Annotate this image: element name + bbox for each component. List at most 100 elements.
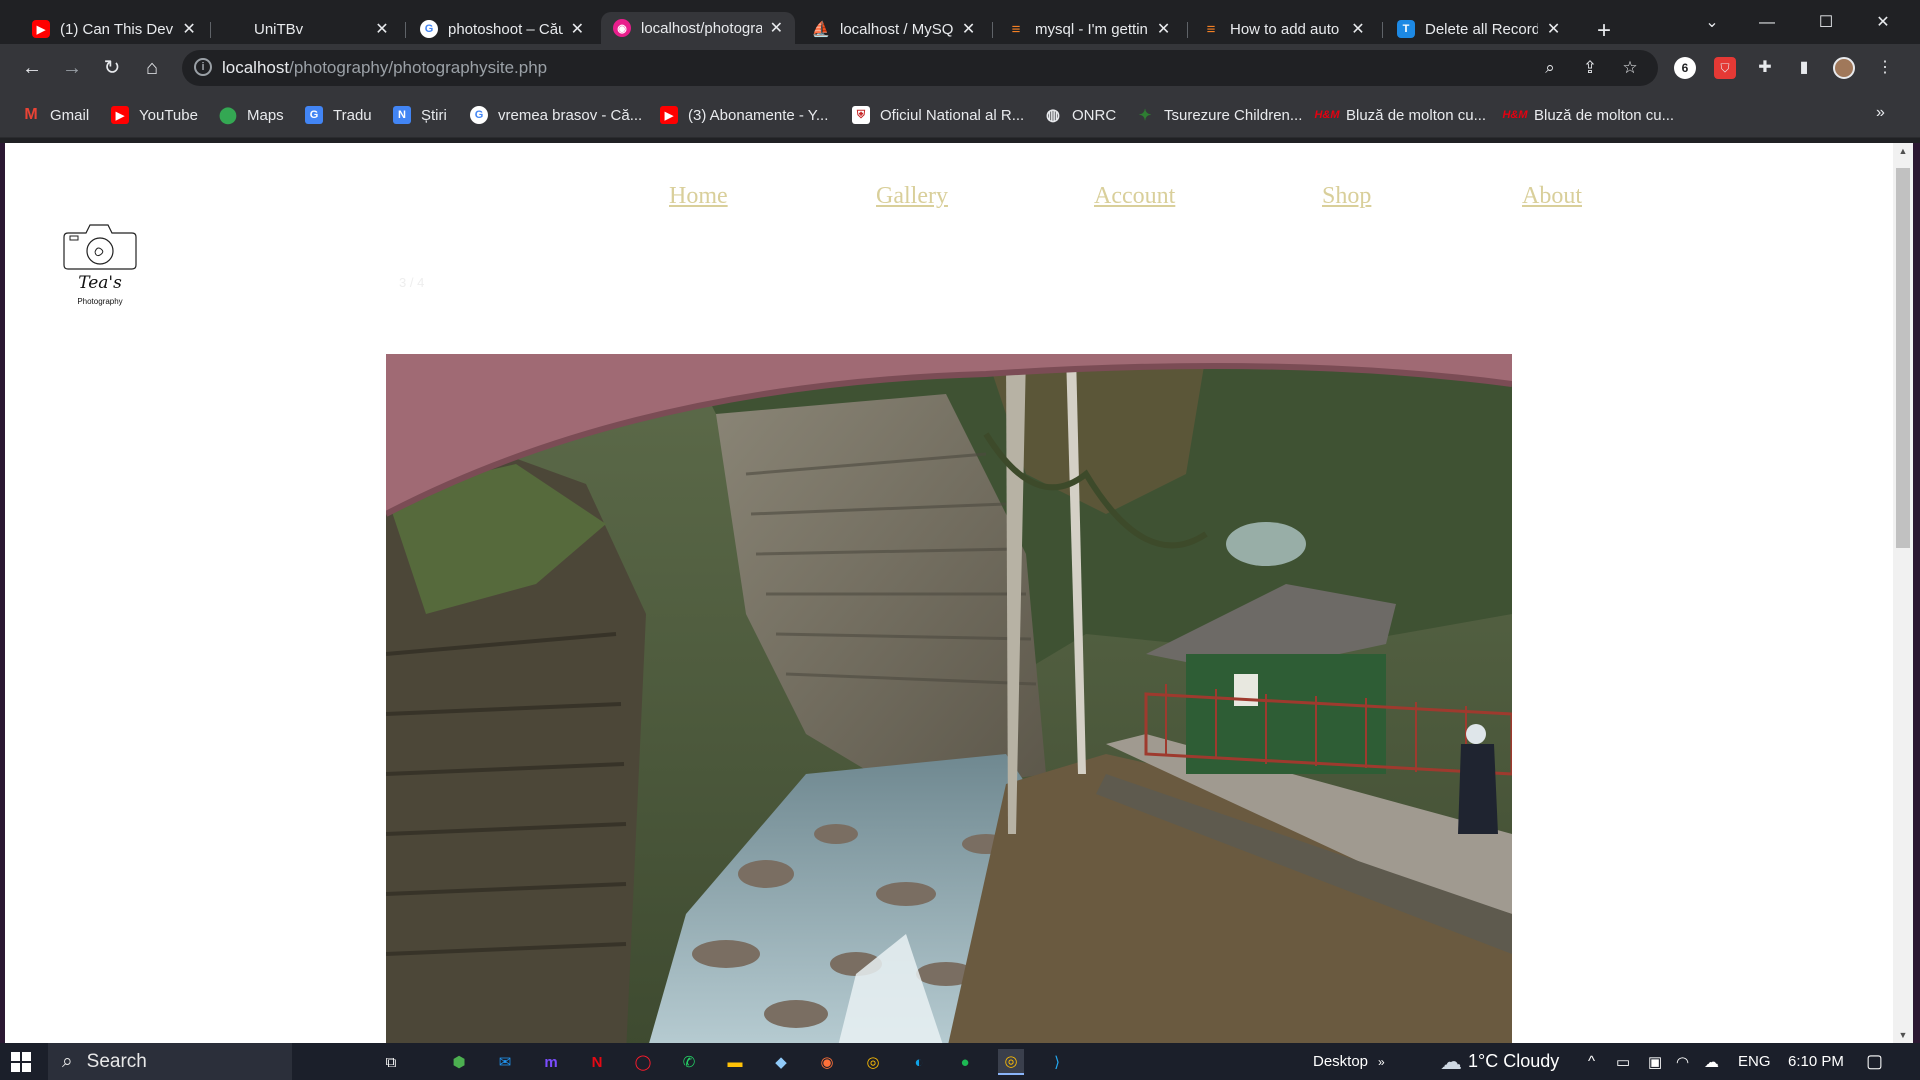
- forward-icon[interactable]: →: [58, 54, 86, 82]
- file-explorer-icon[interactable]: ▬: [722, 1049, 748, 1075]
- app-hexagon-icon[interactable]: ⬢: [446, 1049, 472, 1075]
- tab-youtube[interactable]: ▶ (1) Can This Device ✕: [20, 14, 208, 44]
- chevron-right-icon: »: [1378, 1054, 1385, 1069]
- bookmark-stiri[interactable]: N Știri: [393, 104, 447, 126]
- bookmark-onrc[interactable]: ◍ ONRC: [1044, 104, 1116, 126]
- bookmark-gmail[interactable]: M Gmail: [22, 104, 89, 126]
- home-icon[interactable]: ⌂: [138, 54, 166, 82]
- news-icon: N: [393, 106, 411, 124]
- chrome-active-icon[interactable]: ◎: [998, 1049, 1024, 1075]
- meet-icon[interactable]: ▣: [1648, 1043, 1662, 1080]
- tab-title: mysql - I'm getting: [1035, 20, 1149, 38]
- zoom-icon[interactable]: ⌕: [1540, 58, 1560, 78]
- pocket-icon[interactable]: ⛉: [1714, 57, 1736, 79]
- side-panel-icon[interactable]: ▮: [1793, 57, 1815, 79]
- bookmark-youtube[interactable]: ▶ YouTube: [111, 104, 198, 126]
- onrc-icon: ⛨: [852, 106, 870, 124]
- close-icon[interactable]: ✕: [1350, 19, 1366, 39]
- tab-title: Delete all Records: [1425, 20, 1539, 38]
- close-icon[interactable]: ✕: [374, 19, 390, 39]
- site-logo[interactable]: Tea's Photography: [60, 219, 140, 315]
- scroll-down-icon[interactable]: ▼: [1893, 1027, 1913, 1043]
- opera-icon[interactable]: ◯: [630, 1049, 656, 1075]
- messenger-icon[interactable]: m: [538, 1049, 564, 1075]
- tab-strip: ▶ (1) Can This Device ✕ UniTBv ✕ G photo…: [0, 0, 1920, 44]
- close-window-icon[interactable]: ✕: [1860, 10, 1906, 36]
- nav-shop[interactable]: Shop: [1322, 183, 1371, 210]
- bookmark-hm-1[interactable]: H&M Bluză de molton cu...: [1314, 104, 1486, 126]
- bookmark-label: (3) Abonamente - Y...: [688, 106, 829, 124]
- bookmark-vremea[interactable]: Gvremea brasov - Că...: [470, 104, 642, 126]
- tab-search-icon[interactable]: ⌄: [1689, 10, 1735, 36]
- tab-unitbv[interactable]: UniTBv ✕: [214, 14, 402, 44]
- edge-icon[interactable]: ◐: [906, 1049, 932, 1075]
- maximize-icon[interactable]: ☐: [1803, 10, 1849, 36]
- tab-title: photoshoot – Căutare: [448, 20, 563, 38]
- mail-icon[interactable]: ✉: [492, 1049, 518, 1075]
- netflix-icon[interactable]: N: [584, 1049, 610, 1075]
- weather-widget[interactable]: ☁ 1°C Cloudy: [1440, 1043, 1559, 1080]
- bookmarks-overflow-button[interactable]: »: [1876, 104, 1885, 122]
- close-icon[interactable]: ✕: [1546, 19, 1561, 39]
- back-icon[interactable]: ←: [18, 54, 46, 82]
- tab-stackoverflow-2[interactable]: ≡ How to add auto ✕: [1190, 14, 1378, 44]
- tab-stackoverflow-1[interactable]: ≡ mysql - I'm getting ✕: [995, 14, 1183, 44]
- extensions-puzzle-icon[interactable]: ✚: [1754, 57, 1776, 79]
- close-icon[interactable]: ✕: [182, 19, 196, 39]
- nav-about[interactable]: About: [1522, 183, 1582, 210]
- onedrive-icon[interactable]: ☁: [1704, 1043, 1719, 1080]
- windows-start-icon[interactable]: [8, 1049, 34, 1075]
- nav-gallery[interactable]: Gallery: [876, 183, 948, 210]
- scrollbar-thumb[interactable]: [1896, 168, 1910, 548]
- profile-avatar[interactable]: [1833, 57, 1855, 79]
- clock[interactable]: 6:10 PM: [1788, 1043, 1844, 1080]
- site-info-icon[interactable]: i: [194, 58, 212, 76]
- nav-account[interactable]: Account: [1094, 183, 1175, 210]
- notifications-icon[interactable]: ▢: [1866, 1043, 1883, 1080]
- language-indicator[interactable]: ENG: [1738, 1043, 1771, 1080]
- firefox-icon[interactable]: ◉: [814, 1049, 840, 1075]
- tray-chevron-icon[interactable]: ^: [1588, 1043, 1595, 1080]
- page-scrollbar[interactable]: ▲ ▼: [1893, 143, 1913, 1043]
- close-icon[interactable]: ✕: [1156, 19, 1171, 39]
- blank-icon: [226, 20, 244, 38]
- extension-6-icon[interactable]: 6: [1674, 57, 1696, 79]
- close-icon[interactable]: ✕: [571, 19, 584, 39]
- gmail-icon: M: [24, 106, 38, 123]
- notes-icon[interactable]: ◆: [768, 1049, 794, 1075]
- bookmark-star-icon[interactable]: ☆: [1620, 58, 1640, 78]
- share-icon[interactable]: ⇪: [1580, 58, 1600, 78]
- bookmark-abonamente[interactable]: ▶ (3) Abonamente - Y...: [660, 104, 828, 126]
- wifi-icon[interactable]: ◠: [1676, 1043, 1689, 1080]
- bookmark-maps[interactable]: ⬤ Maps: [219, 104, 284, 126]
- whatsapp-icon[interactable]: ✆: [676, 1049, 702, 1075]
- gorge-photo: [386, 354, 1512, 1043]
- reload-icon[interactable]: ↻: [98, 54, 126, 82]
- bookmark-hm-2[interactable]: H&M Bluză de molton cu...: [1502, 104, 1674, 126]
- tab-delete-records[interactable]: T Delete all Records ✕: [1385, 14, 1573, 44]
- taskbar-search[interactable]: ⌕ Search: [48, 1043, 292, 1080]
- scroll-up-icon[interactable]: ▲: [1893, 143, 1913, 159]
- tab-photoshoot[interactable]: G photoshoot – Căutare ✕: [408, 14, 596, 44]
- menu-dots-icon[interactable]: ⋮: [1874, 57, 1896, 79]
- bookmark-label: Oficiul National al R...: [880, 106, 1025, 124]
- tab-phpmyadmin[interactable]: ⛵ localhost / MySQL ✕: [800, 14, 988, 44]
- nav-home[interactable]: Home: [669, 183, 728, 210]
- bookmark-tsurezure[interactable]: ✦ Tsurezure Children...: [1136, 104, 1303, 126]
- bookmark-oficiul[interactable]: ⛨ Oficiul National al R...: [852, 104, 1024, 126]
- address-bar[interactable]: i localhost/photography/photographysite.…: [182, 50, 1658, 86]
- minimize-icon[interactable]: —: [1744, 10, 1790, 36]
- vscode-icon[interactable]: ⟩: [1044, 1049, 1070, 1075]
- spotify-icon[interactable]: ●: [952, 1049, 978, 1075]
- close-icon[interactable]: ✕: [770, 18, 783, 38]
- url-text[interactable]: localhost/photography/photographysite.ph…: [222, 58, 547, 78]
- tab-localhost-photography[interactable]: ◉ localhost/photography ✕: [601, 12, 795, 44]
- chrome-icon[interactable]: ◎: [860, 1049, 886, 1075]
- slideshow-photo[interactable]: [386, 354, 1512, 1043]
- bookmark-tradu[interactable]: G Tradu: [305, 104, 372, 126]
- task-view-icon[interactable]: ⧉: [378, 1049, 404, 1075]
- battery-icon[interactable]: ▭: [1616, 1043, 1630, 1080]
- desktop-toolbar[interactable]: Desktop »: [1313, 1043, 1385, 1080]
- new-tab-button[interactable]: +: [1592, 19, 1616, 44]
- close-icon[interactable]: ✕: [961, 19, 976, 39]
